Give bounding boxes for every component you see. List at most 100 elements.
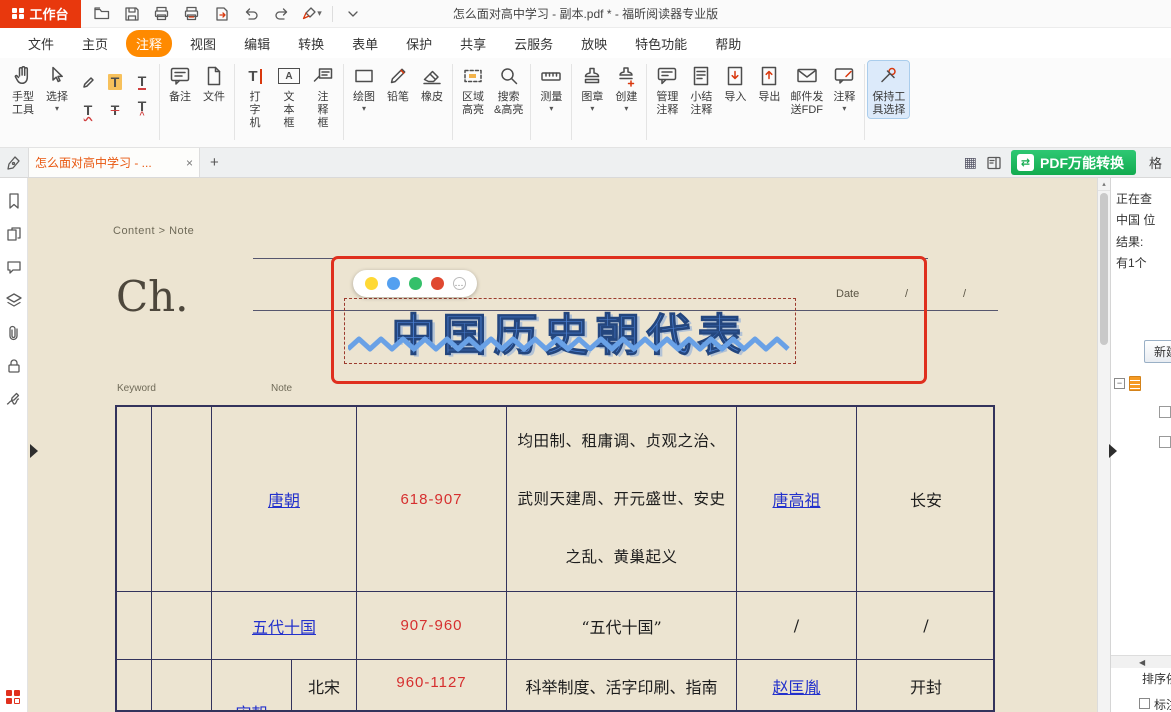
table-cell-empty — [117, 407, 152, 592]
menu-file[interactable]: 文件 — [18, 30, 64, 57]
left-panel-expand-handle[interactable] — [30, 444, 38, 458]
eraser-icon — [420, 62, 444, 90]
bookmark-icon[interactable] — [5, 192, 23, 210]
eraser-tool[interactable]: 橡皮 — [415, 61, 449, 105]
select-tool[interactable]: 选择 ▾ — [40, 61, 74, 114]
dynasty-link[interactable]: 宋朝 — [235, 700, 267, 712]
menu-comment[interactable]: 注释 — [126, 30, 172, 57]
ribbon-divider — [530, 64, 531, 140]
format-brush-button[interactable]: ▾ — [299, 2, 325, 26]
squiggly-text-button[interactable]: T — [76, 97, 100, 123]
annotation-panel-icon[interactable] — [986, 155, 1002, 171]
print-button[interactable] — [149, 2, 175, 26]
strikeout-text-button[interactable]: T — [103, 97, 127, 123]
document-tab[interactable]: 怎么面对高中学习 - ... × — [28, 148, 200, 177]
comments-icon[interactable] — [5, 258, 23, 276]
menu-cloud[interactable]: 云服务 — [504, 30, 563, 57]
menu-edit[interactable]: 编辑 — [234, 30, 280, 57]
right-panel-collapse-handle[interactable] — [1109, 444, 1117, 458]
founder-link[interactable]: 唐高祖 — [772, 487, 820, 511]
highlight-text-button[interactable]: T — [103, 69, 127, 95]
new-search-button[interactable]: 新建 — [1144, 340, 1171, 363]
new-tab-button[interactable]: + — [210, 154, 219, 171]
note-tool-label: 备注 — [169, 91, 191, 104]
menu-form[interactable]: 表单 — [342, 30, 388, 57]
scroll-up-icon[interactable]: ▴ — [1098, 178, 1110, 191]
attachment-icon[interactable] — [5, 324, 23, 342]
keep-tool-selected-toggle[interactable]: 保持工 具选择 — [868, 61, 909, 118]
keyword-column-header: Keyword — [117, 383, 156, 394]
result-item-checkbox[interactable] — [1159, 406, 1171, 418]
textbox-tool[interactable]: A 文 本 框 — [272, 61, 306, 131]
insert-text-button[interactable]: T^ — [130, 97, 154, 123]
menu-present[interactable]: 放映 — [571, 30, 617, 57]
blue-color-dot[interactable] — [387, 277, 400, 290]
pages-icon[interactable] — [5, 225, 23, 243]
signature-icon[interactable] — [5, 390, 23, 408]
search-highlight-tool[interactable]: 搜索 &高亮 — [490, 61, 527, 118]
note-tool[interactable]: 备注 — [163, 61, 197, 105]
comments-dropdown-tool[interactable]: 注释 ▾ — [827, 61, 861, 114]
menu-features[interactable]: 特色功能 — [625, 30, 697, 57]
quick-print-button[interactable] — [179, 2, 205, 26]
hand-tool[interactable]: 手型 工具 — [6, 61, 40, 118]
more-colors-icon[interactable]: … — [453, 277, 466, 290]
green-color-dot[interactable] — [409, 277, 422, 290]
file-attach-tool[interactable]: 文件 — [197, 61, 231, 105]
highlight-pencil-button[interactable] — [76, 69, 100, 95]
security-lock-icon[interactable] — [5, 357, 23, 375]
main-area: Content > Note Ch. Date / / … 中国历史朝代表 Ke… — [0, 178, 1171, 712]
table-cell-capital: 开封 — [857, 660, 995, 712]
undo-button[interactable] — [239, 2, 265, 26]
founder-link[interactable]: 赵匡胤 — [772, 674, 820, 698]
panel-horizontal-scrollbar[interactable]: ◀ — [1111, 655, 1171, 668]
manage-comments-tool[interactable]: 管理 注释 — [650, 61, 684, 118]
email-fdf-tool[interactable]: 邮件发 送FDF — [786, 61, 827, 118]
export-comments-tool[interactable]: 导出 — [752, 61, 786, 105]
drawing-tool[interactable]: 绘图 ▾ — [347, 61, 381, 114]
menu-home[interactable]: 主页 — [72, 30, 118, 57]
pdf-page[interactable]: Content > Note Ch. Date / / … 中国历史朝代表 Ke… — [28, 178, 1097, 712]
menu-help[interactable]: 帮助 — [705, 30, 751, 57]
tab-close-icon[interactable]: × — [186, 156, 193, 170]
typewriter-tool[interactable]: T 打 字 机 — [238, 61, 272, 131]
menu-share[interactable]: 共享 — [450, 30, 496, 57]
save-button[interactable] — [119, 2, 145, 26]
dynasty-link[interactable]: 五代十国 — [252, 614, 316, 638]
table-cell-empty — [152, 660, 212, 712]
pencil-tool[interactable]: 铅笔 — [381, 61, 415, 105]
result-document-icon[interactable] — [1129, 376, 1141, 391]
thumbnail-grid-icon[interactable]: ▦ — [964, 154, 977, 171]
import-comments-tool[interactable]: 导入 — [718, 61, 752, 105]
headline-selection-box[interactable]: 中国历史朝代表 — [344, 298, 796, 364]
scrollbar-thumb[interactable] — [1100, 193, 1108, 345]
menu-protect[interactable]: 保护 — [396, 30, 442, 57]
customize-toolbar-button[interactable] — [340, 2, 366, 26]
menu-view[interactable]: 视图 — [180, 30, 226, 57]
result-item-checkbox[interactable] — [1159, 436, 1171, 448]
dynasty-link[interactable]: 唐朝 — [268, 487, 300, 511]
sort-by-label[interactable]: 排序依 — [1142, 670, 1171, 687]
callout-tool[interactable]: 注 释 框 — [306, 61, 340, 131]
pen-nib-icon[interactable] — [6, 155, 22, 171]
summarize-comments-tool[interactable]: 小结 注释 — [684, 61, 718, 118]
area-highlight-tool[interactable]: 区域 高亮 — [456, 61, 490, 118]
measure-tool[interactable]: 测量 ▾ — [534, 61, 568, 114]
underline-text-button[interactable]: T — [130, 69, 154, 95]
yellow-color-dot[interactable] — [365, 277, 378, 290]
share-button[interactable] — [209, 2, 235, 26]
filter-checkbox[interactable] — [1139, 698, 1150, 709]
promo-grid-icon[interactable] — [6, 690, 21, 705]
menu-convert[interactable]: 转换 — [288, 30, 334, 57]
open-file-button[interactable] — [89, 2, 115, 26]
tree-expander-icon[interactable]: − — [1114, 378, 1125, 389]
pdf-convert-button[interactable]: ⇄ PDF万能转换 — [1011, 150, 1136, 175]
layers-icon[interactable] — [5, 291, 23, 309]
format-panel-tab-partial[interactable]: 格 — [1149, 153, 1171, 172]
redo-button[interactable] — [269, 2, 295, 26]
stamp-tool[interactable]: 图章 ▾ — [575, 61, 609, 114]
create-stamp-tool[interactable]: 创建 ▾ — [609, 61, 643, 114]
scroll-left-icon[interactable]: ◀ — [1139, 658, 1145, 667]
red-color-dot[interactable] — [431, 277, 444, 290]
workspace-button[interactable]: 工作台 — [0, 0, 81, 28]
